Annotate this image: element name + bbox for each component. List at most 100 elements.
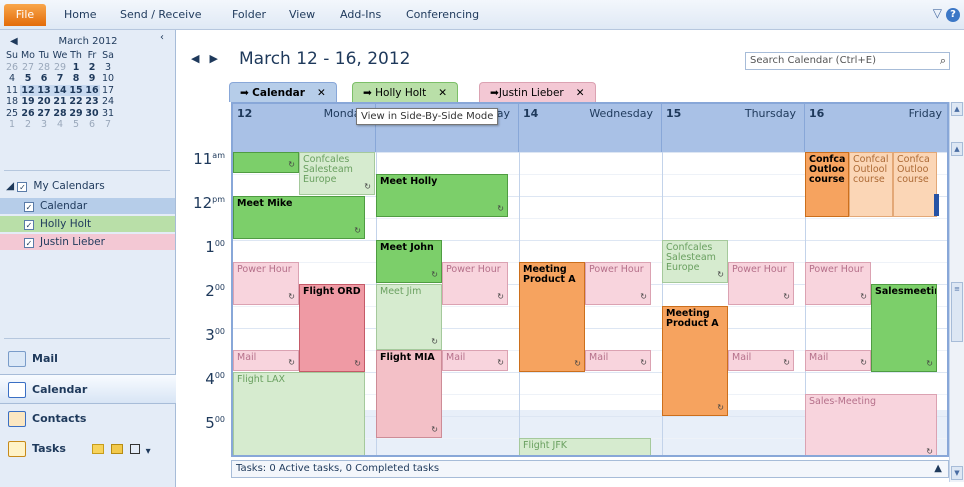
tab-home[interactable]: Home (64, 8, 96, 21)
expand-tasks-icon[interactable]: ▲ (934, 461, 942, 477)
group-checkbox[interactable]: ✓ (17, 182, 28, 192)
appointment[interactable]: Flight LAX (233, 372, 365, 455)
date-cell[interactable]: 3 (100, 62, 116, 74)
calendar-item-calendar[interactable]: ✓ Calendar (0, 198, 175, 214)
appointment[interactable]: Mail ↻ (805, 350, 871, 371)
appointment[interactable]: Confcales Salesteam Europe ↻ (662, 240, 728, 283)
date-cell[interactable]: 7 (100, 119, 116, 131)
appointment[interactable]: Confcal Outlool course (849, 152, 893, 217)
date-cell[interactable]: 10 (100, 73, 116, 85)
appointment[interactable]: Flight ORD ↻ (299, 284, 365, 372)
date-cell[interactable]: 5 (20, 73, 36, 85)
shortcut-icon[interactable] (130, 444, 141, 454)
date-cell[interactable]: 25 (4, 108, 20, 120)
date-cell[interactable]: 12 (20, 84, 36, 96)
tab-justin-lieber[interactable]: ➡Justin Lieber ✕ (479, 82, 596, 102)
appointment[interactable]: Salesmeetir ↻ (871, 284, 937, 372)
date-cell[interactable]: 18 (4, 96, 20, 108)
tab-folder[interactable]: Folder (232, 8, 266, 21)
appointment[interactable]: Mail ↻ (585, 350, 651, 371)
appointment[interactable]: Sales-Meeting ↻ (805, 394, 937, 455)
calendar-item-justin-lieber[interactable]: ✓ Justin Lieber (0, 234, 175, 250)
date-cell[interactable]: 31 (100, 108, 116, 120)
date-cell[interactable]: 17 (100, 85, 116, 97)
date-cell[interactable]: 23 (84, 96, 100, 108)
close-icon[interactable]: ✕ (576, 87, 585, 99)
date-cell[interactable]: 15 (68, 84, 84, 96)
appointment[interactable]: Meet John ↻ (376, 240, 442, 283)
nav-contacts[interactable]: Contacts (0, 404, 176, 434)
date-cell[interactable]: 13 (36, 84, 52, 96)
my-calendars-group[interactable]: ◢ ✓ My Calendars (6, 180, 105, 192)
close-icon[interactable]: ✕ (317, 87, 326, 99)
date-cell[interactable]: 28 (36, 62, 52, 74)
date-cell[interactable]: 4 (52, 119, 68, 131)
date-cell[interactable]: 3 (36, 119, 52, 131)
appointment[interactable]: Meeting Product A ↻ (519, 262, 585, 372)
tab-add-ins[interactable]: Add-Ins (340, 8, 381, 21)
scroll-up-icon[interactable]: ▲ (951, 142, 963, 156)
appointment[interactable]: Flight JFK (519, 438, 651, 455)
date-cell[interactable]: 16 (84, 84, 100, 96)
date-cell[interactable]: 26 (20, 108, 36, 120)
tab-conferencing[interactable]: Conferencing (406, 8, 479, 21)
tab-view[interactable]: View (289, 8, 315, 21)
collapse-icon[interactable]: ‹ (160, 32, 164, 43)
appointment[interactable]: Confcales Salesteam Europe ↻ (299, 152, 375, 195)
date-cell[interactable]: 5 (68, 119, 84, 131)
folder-icon[interactable] (111, 444, 124, 454)
appointment[interactable]: Meet Jim ↻ (376, 284, 442, 350)
appointment[interactable]: Flight MIA ↻ (376, 350, 442, 438)
date-cell[interactable]: 14 (52, 84, 68, 96)
tab-file[interactable]: File (4, 4, 46, 26)
date-cell[interactable]: 21 (52, 96, 68, 108)
date-cell[interactable]: 30 (84, 108, 100, 120)
date-cell[interactable]: 7 (52, 73, 68, 85)
scroll-up-icon[interactable]: ▲ (951, 102, 963, 116)
date-cell[interactable]: 6 (84, 119, 100, 131)
next-week-icon[interactable]: ▶ (209, 52, 227, 65)
search-input[interactable]: Search Calendar (Ctrl+E) ⌕ (745, 52, 950, 70)
day-header-friday[interactable]: 16 Friday (805, 104, 947, 152)
calendar-checkbox[interactable]: ✓ (24, 202, 34, 212)
appointment[interactable]: Power Hour ↻ (585, 262, 651, 305)
vertical-scrollbar[interactable]: ▲ ▲ ≡ ▼ (949, 102, 964, 482)
appointment[interactable]: Meet Holly ↻ (376, 174, 508, 217)
scroll-down-icon[interactable]: ▼ (951, 466, 963, 480)
date-cell[interactable]: 9 (84, 73, 100, 85)
date-cell[interactable]: 27 (20, 62, 36, 74)
tab-send-receive[interactable]: Send / Receive (120, 8, 201, 21)
date-cell[interactable]: 20 (36, 96, 52, 108)
date-cell[interactable]: 2 (84, 62, 100, 74)
nav-calendar[interactable]: Calendar (0, 374, 176, 404)
date-cell[interactable]: 6 (36, 73, 52, 85)
day-header-wednesday[interactable]: 14 Wednesday (519, 104, 662, 152)
appointment[interactable]: Meet Mike ↻ (233, 196, 365, 239)
calendar-item-holly-holt[interactable]: ✓ Holly Holt (0, 216, 175, 232)
date-cell[interactable]: 1 (68, 62, 84, 74)
appointment[interactable]: Power Hour ↻ (233, 262, 299, 305)
prev-month-icon[interactable]: ◀ (10, 36, 18, 47)
date-cell[interactable]: 22 (68, 96, 84, 108)
date-cell[interactable]: 28 (52, 108, 68, 120)
search-icon[interactable]: ⌕ (940, 54, 946, 68)
tasks-bar[interactable]: Tasks: 0 Active tasks, 0 Completed tasks… (231, 460, 949, 478)
minimize-ribbon-icon[interactable]: ▽ (933, 6, 942, 20)
close-icon[interactable]: ✕ (438, 87, 447, 99)
appointment[interactable]: Mail ↻ (233, 350, 299, 371)
day-header-monday[interactable]: 12 Monday (233, 104, 376, 152)
appointment[interactable]: Power Hour ↻ (728, 262, 794, 305)
appointment[interactable]: Confca Outloo course (805, 152, 849, 217)
nav-mail[interactable]: Mail (0, 344, 176, 374)
expand-icon[interactable]: ◢ (6, 180, 14, 192)
date-cell[interactable]: 29 (68, 108, 84, 120)
date-cell[interactable]: 29 (52, 62, 68, 74)
appointment[interactable]: Power Hour ↻ (442, 262, 508, 305)
prev-week-icon[interactable]: ◀ (191, 52, 209, 65)
appointment[interactable]: ↻ (233, 152, 299, 173)
appointment[interactable]: Power Hour ↻ (805, 262, 871, 305)
date-cell[interactable]: 11 (4, 85, 20, 97)
notes-icon[interactable] (92, 444, 104, 454)
date-cell[interactable]: 1 (4, 119, 20, 131)
help-icon[interactable]: ? (946, 8, 960, 22)
